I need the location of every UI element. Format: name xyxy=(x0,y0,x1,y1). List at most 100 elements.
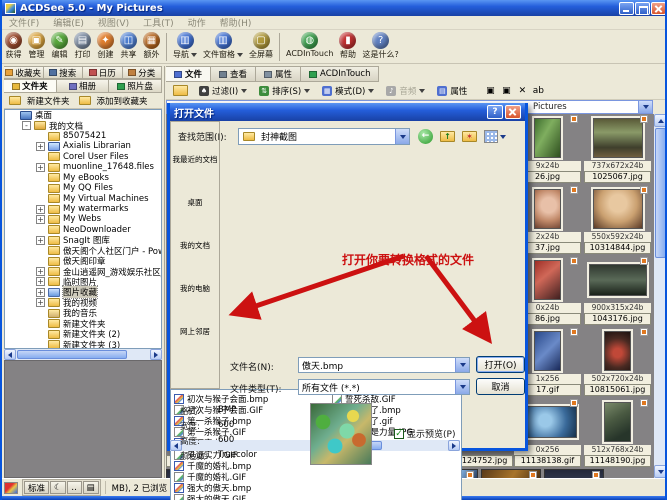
tree-item[interactable]: + Axialis Librarian xyxy=(5,141,161,151)
file-name-combobox[interactable]: 傲天.bmp xyxy=(298,357,470,373)
look-in-combobox[interactable]: 封神截图 xyxy=(238,128,410,145)
browser-tab[interactable]: 查看 xyxy=(211,66,256,82)
left-panel-tab[interactable]: 收藏夹 xyxy=(4,66,44,79)
toolbar-button[interactable]: ▥ 文件窗格 xyxy=(200,31,246,61)
thumbnail-vertical-scrollbar[interactable] xyxy=(654,114,667,478)
tree-item[interactable]: My eBooks xyxy=(5,173,161,183)
toolbar-button[interactable]: ◉ 获得 xyxy=(2,31,25,61)
open-button[interactable]: 打开(O) xyxy=(476,356,525,373)
file-operation-icon[interactable]: ab xyxy=(530,84,546,98)
tree-expander-icon[interactable]: + xyxy=(36,142,45,151)
tree-expander-icon[interactable]: + xyxy=(36,267,45,276)
tree-item[interactable]: My Virtual Machines xyxy=(5,193,161,203)
browser-toolbar-button[interactable]: ♠ 过滤(I) xyxy=(194,83,252,99)
thumbnail-image[interactable] xyxy=(544,469,604,478)
toolbar-button[interactable]: ▣ 管理 xyxy=(25,31,48,61)
checkbox-check-icon[interactable]: ✓ xyxy=(394,429,404,439)
tree-expander-icon[interactable]: + xyxy=(36,277,45,286)
path-dropdown-button[interactable] xyxy=(638,101,652,113)
file-operation-icon[interactable]: ▣ xyxy=(482,84,498,98)
folder-action-button[interactable]: 新建文件夹 xyxy=(8,95,70,107)
folder-up-icon[interactable] xyxy=(173,85,188,96)
show-preview-checkbox[interactable]: ✓ 显示预览(P) xyxy=(394,427,455,440)
thumbnail-cell[interactable]: 502x720x24b 10815061.jpg xyxy=(584,327,651,398)
thumbnail-cell[interactable]: 512x768x24b 11148190.jpg xyxy=(584,398,651,469)
scroll-right-icon[interactable] xyxy=(448,440,460,451)
tree-item[interactable]: My QQ Files xyxy=(5,183,161,193)
tree-expander-icon[interactable]: + xyxy=(36,163,45,172)
thumbnail-cell[interactable]: 550x592x24b 10314844.jpg xyxy=(584,185,651,256)
tree-item[interactable]: + muonline_17648.files xyxy=(5,162,161,172)
menu-item[interactable]: 帮助(H) xyxy=(213,16,259,29)
file-item[interactable]: 千魔的婚礼.GIF xyxy=(174,471,332,482)
folder-action-button[interactable]: 添加到收藏夹 xyxy=(78,95,148,107)
left-panel-tab[interactable]: 日历 xyxy=(83,66,123,79)
panel-splitter[interactable] xyxy=(162,66,165,478)
view-menu-button[interactable] xyxy=(482,128,508,145)
chevron-down-icon[interactable] xyxy=(455,358,469,372)
menu-item[interactable]: 工具(T) xyxy=(136,16,181,29)
browser-tab[interactable]: ACDInTouch xyxy=(301,66,379,82)
scrollbar-thumb[interactable] xyxy=(17,350,127,359)
scroll-down-icon[interactable] xyxy=(654,465,667,478)
scroll-right-icon[interactable] xyxy=(150,349,162,360)
cancel-button[interactable]: 取消 xyxy=(476,378,525,395)
toolbar-button[interactable]: ✎ 编辑 xyxy=(48,31,71,61)
toolbar-button[interactable]: ◍ ACDInTouch xyxy=(283,31,336,59)
close-button[interactable] xyxy=(651,2,666,15)
chevron-down-icon[interactable] xyxy=(455,380,469,394)
back-button[interactable]: ← xyxy=(416,128,435,145)
toolbar-button[interactable]: ▮ 帮助 xyxy=(336,31,359,61)
chevron-down-icon[interactable] xyxy=(395,129,409,144)
menu-item[interactable]: 视图(V) xyxy=(91,16,136,29)
scrollbar-thumb[interactable] xyxy=(655,128,666,258)
tree-item[interactable]: 新建文件夹 (3) xyxy=(5,339,161,349)
left-panel-tab[interactable]: 相册 xyxy=(57,79,110,93)
file-type-combobox[interactable]: 所有文件 (*.*) xyxy=(298,379,470,395)
browser-toolbar-button[interactable]: ▤ 属性 xyxy=(432,83,472,99)
tree-item[interactable]: - 我的文档 xyxy=(5,120,161,130)
thumbnail-cell[interactable]: 900x315x24b 1043176.jpg xyxy=(584,256,651,327)
left-panel-tab[interactable]: 照片盘 xyxy=(109,79,162,93)
places-item[interactable]: 桌面 xyxy=(171,173,219,207)
left-panel-tab[interactable]: 文件夹 xyxy=(4,79,57,93)
toolbar-button[interactable]: ✦ 创建 xyxy=(94,31,117,61)
thumbnail-cell[interactable]: 737x672x24b 1025067.jpg xyxy=(584,114,651,185)
places-item[interactable]: 我的文档 xyxy=(171,216,219,250)
toolbar-button[interactable]: ▥ 导航 xyxy=(170,31,200,61)
browser-toolbar-button[interactable]: ▦ 模式(D) xyxy=(317,83,379,99)
file-operation-icon[interactable]: ▣ xyxy=(498,84,514,98)
browser-toolbar-button[interactable]: ♪ 音频 xyxy=(381,83,430,99)
thumbnail-image[interactable] xyxy=(481,469,541,478)
browser-toolbar-button[interactable]: ⇅ 排序(S) xyxy=(254,83,315,99)
tree-expander-icon[interactable]: - xyxy=(22,121,31,130)
toolbar-button[interactable]: ? 这是什么? xyxy=(359,31,401,61)
tree-item[interactable]: 85075421 xyxy=(5,131,161,141)
file-item[interactable]: 强大的傲天.GIF xyxy=(174,494,332,500)
tree-expander-icon[interactable]: + xyxy=(36,298,45,307)
maximize-button[interactable] xyxy=(635,2,650,15)
left-panel-tab[interactable]: 搜索 xyxy=(44,66,84,79)
tree-horizontal-scrollbar[interactable] xyxy=(4,349,162,360)
tree-expander-icon[interactable]: + xyxy=(36,288,45,297)
places-item[interactable]: 网上邻居 xyxy=(171,302,219,336)
menu-item[interactable]: 动作 xyxy=(181,16,213,29)
tree-item[interactable]: + My watermarks xyxy=(5,204,161,214)
file-operation-icon[interactable]: ✕ xyxy=(514,84,530,98)
file-item[interactable]: 强大的傲天.bmp xyxy=(174,483,332,494)
dialog-close-button[interactable] xyxy=(505,105,521,119)
browser-tab[interactable]: 文件 xyxy=(166,66,211,82)
left-panel-tab[interactable]: 分类 xyxy=(123,66,163,79)
view-mode-icon-button[interactable]: ☾ xyxy=(50,481,66,494)
menu-item[interactable]: 文件(F) xyxy=(2,16,46,29)
new-folder-button[interactable]: ✶ xyxy=(460,128,479,145)
view-mode-icon-button[interactable]: ‥ xyxy=(67,481,82,494)
view-mode-icon-button[interactable]: ▤ xyxy=(83,481,99,494)
tree-item[interactable]: + My Webs xyxy=(5,214,161,224)
tree-expander-icon[interactable]: + xyxy=(36,215,45,224)
tree-expander-icon[interactable]: + xyxy=(36,236,45,245)
toolbar-button[interactable]: ▦ 额外 xyxy=(140,31,163,61)
tree-item[interactable]: Corel User Files xyxy=(5,152,161,162)
minimize-button[interactable] xyxy=(619,2,634,15)
view-mode-button[interactable]: 标准 xyxy=(24,481,49,494)
